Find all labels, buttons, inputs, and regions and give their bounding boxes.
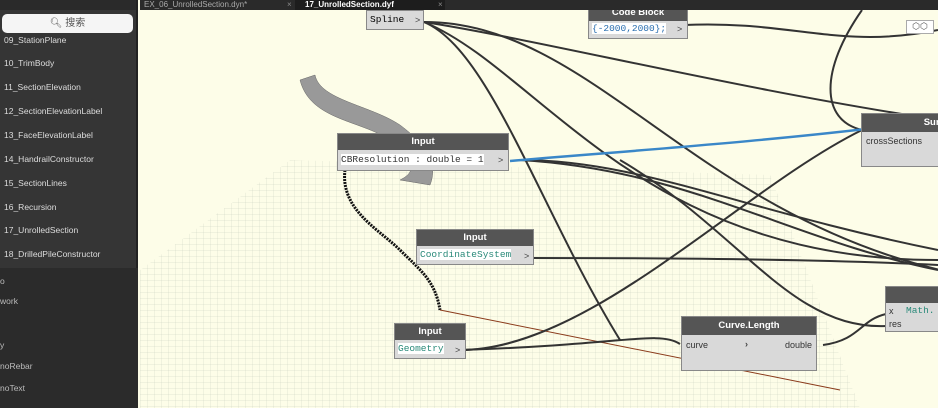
library-sidebar: 🔍︎ 搜索 09_StationPlane 10_TrimBody 11_Sec…: [0, 0, 138, 408]
chevron-right-icon: >: [524, 251, 530, 261]
chevron-right-icon: >: [498, 155, 504, 165]
library-item[interactable]: 15_SectionLines: [4, 178, 67, 188]
input-code-field[interactable]: CBResolution : double = 1: [341, 154, 484, 165]
library-item[interactable]: 18_DrilledPileConstructor: [4, 249, 100, 259]
library-item[interactable]: 10_TrimBody: [4, 58, 54, 68]
node-title: Code Block: [589, 10, 687, 21]
node-title: Surfa: [862, 114, 938, 132]
input-cbresolution-node[interactable]: Input CBResolution : double = 1 >: [337, 133, 509, 171]
chevron-right-icon: >: [677, 24, 683, 34]
library-category[interactable]: y: [0, 340, 4, 350]
view-toggle-button[interactable]: ⬡⬡: [906, 20, 934, 34]
node-title: Input: [338, 134, 508, 150]
search-icon: 🔍︎: [49, 18, 66, 29]
library-search-input[interactable]: 🔍︎ 搜索: [2, 14, 133, 33]
library-item[interactable]: 14_HandrailConstructor: [4, 154, 94, 164]
input-code-field[interactable]: CoordinateSystem: [420, 249, 512, 260]
graph-canvas[interactable]: Spline > Code Block {-2000,2000}; > Inpu…: [140, 10, 938, 408]
close-icon[interactable]: ×: [287, 0, 292, 10]
library-category[interactable]: noText: [0, 383, 25, 393]
input-coordinatesystem-node[interactable]: Input CoordinateSystem >: [416, 229, 534, 265]
curve-input-port[interactable]: curve: [686, 340, 708, 350]
input-code-field[interactable]: Geometry: [398, 343, 444, 354]
node-header: [886, 287, 938, 303]
sidebar-toolbar: [0, 0, 136, 10]
library-category[interactable]: o: [0, 276, 5, 286]
spline-output-port[interactable]: Spline: [370, 14, 404, 25]
tab-unrolled-section[interactable]: 17_UnrolledSection.dyf: [295, 0, 445, 10]
library-item[interactable]: 13_FaceElevationLabel: [4, 130, 93, 140]
library-category[interactable]: noRebar: [0, 361, 33, 371]
code-text[interactable]: Math.: [906, 305, 935, 316]
library-item[interactable]: 16_Recursion: [4, 202, 56, 212]
spline-node[interactable]: Spline >: [366, 10, 424, 30]
crosssections-port[interactable]: crossSections: [866, 136, 922, 146]
math-code-node[interactable]: x res Math.: [885, 286, 938, 332]
library-item[interactable]: 09_StationPlane: [4, 35, 66, 45]
res-input-port[interactable]: res: [889, 319, 902, 329]
node-title: Curve.Length: [682, 317, 816, 335]
chevron-right-icon: ›: [745, 339, 748, 349]
cube-icon: ⬡⬡: [912, 21, 928, 31]
file-tabs: EX_06_UnrolledSection.dyn* × 17_Unrolled…: [140, 0, 938, 10]
node-title: Input: [395, 324, 465, 340]
library-categories: o work y noRebar noText: [0, 268, 138, 408]
chevron-right-icon: >: [455, 345, 461, 355]
code-text[interactable]: {-2000,2000};: [592, 23, 667, 34]
search-placeholder: 搜索: [65, 18, 86, 29]
library-category[interactable]: work: [0, 296, 18, 306]
curve-length-node[interactable]: Curve.Length curve › double: [681, 316, 817, 371]
input-geometry-node[interactable]: Input Geometry >: [394, 323, 466, 359]
library-item[interactable]: 17_UnrolledSection: [4, 225, 78, 235]
wires: [423, 10, 938, 351]
library-item[interactable]: 11_SectionElevation: [4, 82, 81, 92]
x-input-port[interactable]: x: [889, 306, 894, 316]
close-icon[interactable]: ×: [438, 0, 443, 10]
tab-ex06[interactable]: EX_06_UnrolledSection.dyn*: [144, 0, 304, 10]
double-output-port[interactable]: double: [785, 340, 812, 350]
chevron-right-icon: >: [415, 15, 421, 25]
code-block-node[interactable]: Code Block {-2000,2000}; >: [588, 10, 688, 39]
library-item[interactable]: 12_SectionElevationLabel: [4, 106, 102, 116]
surface-node[interactable]: Surfa crossSections: [861, 113, 938, 167]
node-title: Input: [417, 230, 533, 246]
